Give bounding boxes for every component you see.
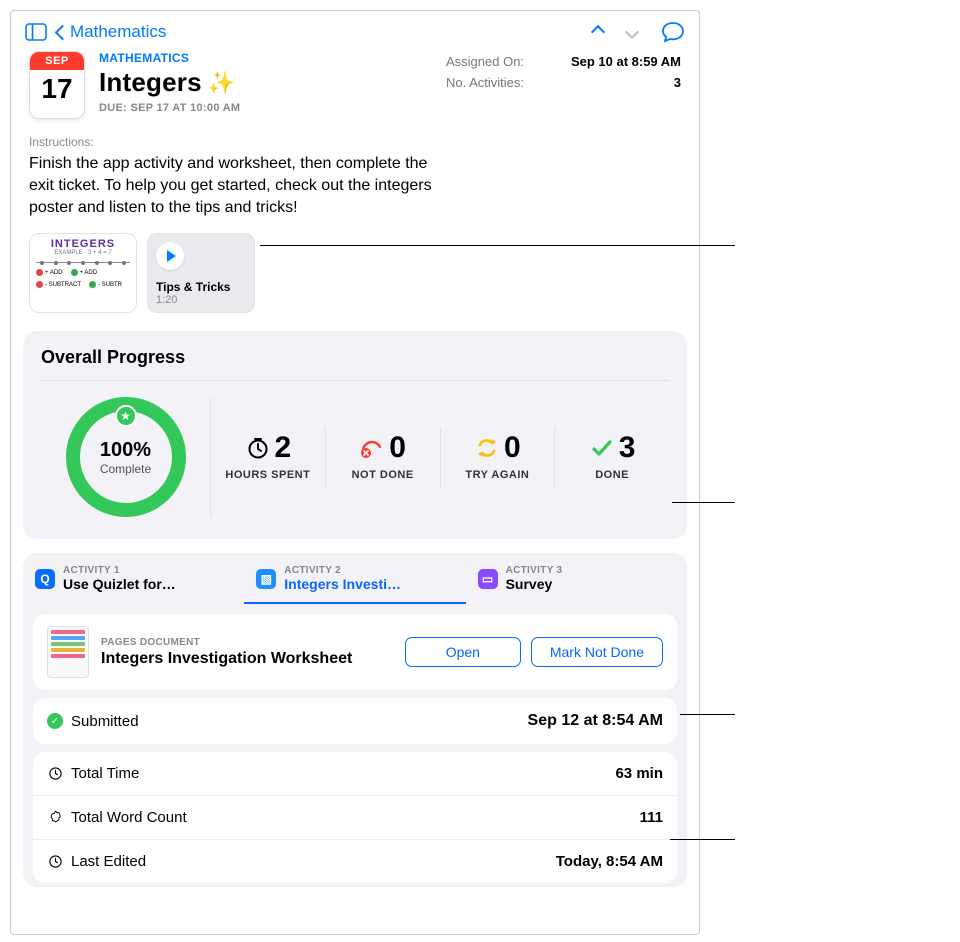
instructions-heading: Instructions: [11, 127, 699, 151]
activities-count-label: No. Activities: [446, 75, 524, 90]
progress-percent: 100% [100, 439, 151, 462]
attachments-row: INTEGERS EXAMPLE · 3 + 4 = 7 + ADD+ ADD … [11, 225, 699, 331]
overall-progress-title: Overall Progress [41, 347, 669, 381]
callout-line [670, 839, 735, 840]
play-icon [156, 242, 184, 270]
checkmark-icon [589, 435, 615, 461]
app-window: Mathematics SEP 17 MATHEMATICS Integers [10, 10, 700, 935]
sparkle-icon: ✨ [208, 70, 235, 96]
open-button[interactable]: Open [405, 637, 521, 667]
activities-count-value: 3 [674, 75, 681, 90]
activity-stats-list: Total Time 63 min Total Word Count 111 L… [33, 752, 677, 883]
activity-detail-row: PAGES DOCUMENT Integers Investigation Wo… [33, 614, 677, 690]
stat-done: 3 DONE [555, 427, 669, 487]
document-thumbnail[interactable] [47, 626, 89, 678]
comments-button[interactable] [661, 21, 685, 43]
stat-not-done: 0 NOT DONE [326, 427, 441, 487]
activity-title: Integers Investigation Worksheet [101, 650, 393, 668]
next-button[interactable] [627, 27, 637, 37]
assignment-meta: Assigned On: Sep 10 at 8:59 AM No. Activ… [446, 51, 681, 93]
poster-title: INTEGERS [30, 234, 136, 250]
progress-ring: ★ 100% Complete [66, 397, 186, 517]
mark-not-done-button[interactable]: Mark Not Done [531, 637, 663, 667]
audio-title: Tips & Tricks [156, 280, 246, 294]
submitted-check-icon: ✓ [47, 713, 63, 729]
activity-tabs: Q ACTIVITY 1 Use Quizlet for… ▧ ACTIVITY… [23, 553, 687, 604]
clock-small-icon-2 [47, 854, 63, 870]
submitted-row: ✓ Submitted Sep 12 at 8:54 AM [33, 698, 677, 744]
assigned-on-value: Sep 10 at 8:59 AM [571, 54, 681, 69]
row-word-count: Total Word Count 111 [33, 796, 677, 840]
assigned-on-label: Assigned On: [446, 54, 524, 69]
instructions-text: Finish the app activity and worksheet, t… [11, 151, 491, 225]
progress-percent-sub: Complete [100, 462, 151, 476]
top-bar: Mathematics [11, 11, 699, 47]
attachment-audio[interactable]: Tips & Tricks 1:20 [147, 233, 255, 313]
activities-card: Q ACTIVITY 1 Use Quizlet for… ▧ ACTIVITY… [23, 553, 687, 887]
overall-progress-card: Overall Progress ★ 100% Complete 2 [23, 331, 687, 539]
chevron-down-icon [625, 25, 639, 39]
badge-small-icon [47, 810, 63, 826]
row-last-edited: Last Edited Today, 8:54 AM [33, 840, 677, 883]
tab-activity-2[interactable]: ▧ ACTIVITY 2 Integers Investi… [244, 553, 465, 604]
star-icon: ★ [115, 405, 137, 427]
due-label: DUE: SEP 17 AT 10:00 AM [99, 102, 432, 114]
chevron-up-icon [591, 25, 605, 39]
callout-line [260, 245, 735, 246]
submitted-label: Submitted [71, 713, 139, 730]
back-label: Mathematics [70, 22, 166, 42]
chevron-left-icon [55, 24, 71, 40]
tab-activity-3[interactable]: ▭ ACTIVITY 3 Survey [466, 553, 687, 604]
stat-try-again: 0 TRY AGAIN [441, 427, 556, 487]
clock-icon [245, 435, 271, 461]
back-button[interactable]: Mathematics [57, 22, 166, 42]
pages-icon: ▧ [256, 569, 276, 589]
attachment-poster[interactable]: INTEGERS EXAMPLE · 3 + 4 = 7 + ADD+ ADD … [29, 233, 137, 313]
callout-line [672, 502, 735, 503]
quizlet-icon: Q [35, 569, 55, 589]
submitted-value: Sep 12 at 8:54 AM [528, 712, 663, 730]
stat-hours-spent: 2 HOURS SPENT [211, 427, 326, 487]
audio-duration: 1:20 [156, 294, 246, 306]
not-done-icon [359, 435, 385, 461]
page-title: Integers [99, 67, 202, 98]
calendar-month: SEP [30, 52, 84, 70]
callout-line [680, 714, 735, 715]
prev-button[interactable] [593, 27, 603, 37]
clock-small-icon [47, 766, 63, 782]
sidebar-toggle-icon[interactable] [25, 23, 47, 41]
assignment-header: SEP 17 MATHEMATICS Integers ✨ DUE: SEP 1… [11, 47, 699, 127]
survey-icon: ▭ [478, 569, 498, 589]
activity-kicker: PAGES DOCUMENT [101, 637, 393, 648]
subject-label: MATHEMATICS [99, 51, 432, 65]
tab-activity-1[interactable]: Q ACTIVITY 1 Use Quizlet for… [23, 553, 244, 604]
row-total-time: Total Time 63 min [33, 752, 677, 796]
calendar-day: 17 [30, 70, 84, 105]
calendar-tile: SEP 17 [29, 51, 85, 119]
retry-icon [474, 435, 500, 461]
